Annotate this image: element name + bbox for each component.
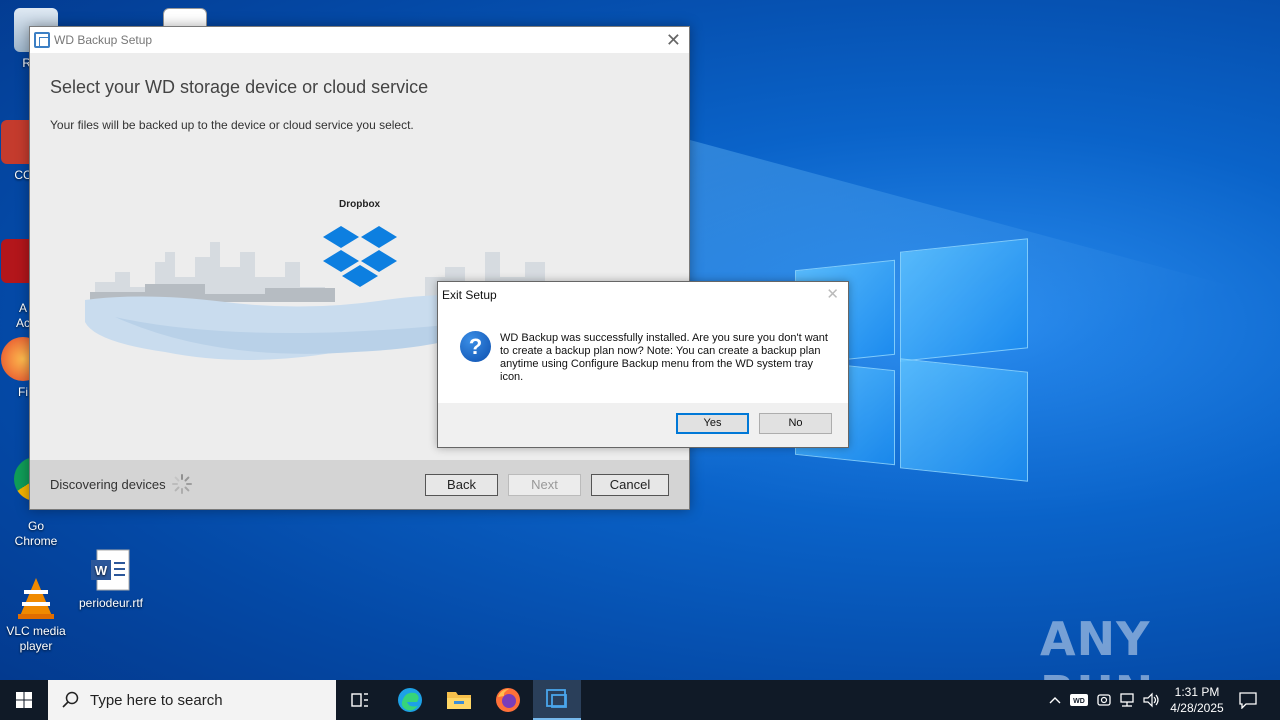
vlc-icon — [14, 562, 58, 619]
tray-overflow-chevron-icon[interactable] — [1046, 680, 1064, 720]
window-title: WD Backup Setup — [54, 33, 153, 47]
back-button[interactable]: Back — [425, 474, 498, 496]
svg-text:W: W — [95, 563, 108, 578]
taskbar: Type here to search WD 1:31 PM 4/28/2025 — [0, 680, 1280, 720]
taskbar-wd-backup[interactable] — [533, 680, 581, 720]
dialog-message: WD Backup was successfully installed. Ar… — [500, 332, 828, 383]
tray-sync-icon[interactable] — [1094, 680, 1114, 720]
taskbar-clock[interactable]: 1:31 PM 4/28/2025 — [1162, 684, 1232, 716]
network-icon[interactable] — [1117, 680, 1137, 720]
task-view-button[interactable] — [336, 680, 384, 720]
window-footer: Discovering devices Back Next Cancel — [30, 460, 689, 509]
taskbar-file-explorer[interactable] — [435, 680, 483, 720]
yes-button[interactable]: Yes — [676, 413, 749, 434]
taskbar-edge[interactable] — [386, 680, 434, 720]
exit-setup-dialog: Exit Setup ✕ ? WD Backup was successfull… — [437, 281, 849, 448]
desktop-icon-vlc[interactable]: VLC media player — [1, 548, 71, 668]
question-icon: ? — [460, 331, 491, 362]
desktop-icon-label: periodeur.rtf — [78, 596, 144, 610]
loading-spinner-icon — [172, 474, 192, 494]
word-document-icon: W — [89, 548, 133, 592]
dialog-title: Exit Setup — [442, 288, 497, 302]
desktop-icon-word-doc[interactable]: W periodeur.rtf — [76, 548, 146, 611]
desktop-icon-label: Go Chrome — [14, 519, 58, 548]
service-label-dropbox: Dropbox — [339, 199, 381, 210]
page-subtitle: Your files will be backed up to the devi… — [50, 118, 414, 132]
page-title: Select your WD storage device or cloud s… — [50, 77, 429, 97]
notifications-icon[interactable] — [1232, 680, 1264, 720]
search-icon — [62, 691, 79, 708]
task-view-icon — [351, 693, 368, 707]
clock-date: 4/28/2025 — [1170, 701, 1224, 715]
cancel-button[interactable]: Cancel — [591, 474, 669, 496]
dialog-footer: Yes No — [438, 403, 848, 447]
taskbar-firefox[interactable] — [484, 680, 532, 720]
window-titlebar[interactable]: WD Backup Setup ✕ — [30, 27, 689, 53]
edge-icon — [398, 688, 422, 712]
firefox-icon — [496, 688, 520, 712]
next-button[interactable]: Next — [508, 474, 581, 496]
desktop-icon-label: VLC media player — [6, 624, 66, 653]
svg-text:WD: WD — [1073, 698, 1085, 705]
start-button[interactable] — [0, 680, 48, 720]
close-icon[interactable]: ✕ — [666, 30, 681, 51]
close-icon[interactable]: ✕ — [826, 285, 839, 303]
wd-tray-icon[interactable]: WD — [1068, 680, 1090, 720]
dropbox-logo-icon[interactable] — [322, 224, 398, 292]
taskbar-search[interactable]: Type here to search — [48, 680, 336, 720]
folder-icon — [447, 692, 471, 709]
no-button[interactable]: No — [759, 413, 832, 434]
clock-time: 1:31 PM — [1174, 685, 1220, 699]
volume-icon[interactable] — [1141, 680, 1161, 720]
wd-app-icon — [34, 32, 50, 48]
search-placeholder: Type here to search — [90, 691, 223, 709]
status-text: Discovering devices — [50, 477, 166, 492]
wd-backup-icon — [546, 689, 567, 708]
windows-start-icon — [16, 692, 32, 708]
